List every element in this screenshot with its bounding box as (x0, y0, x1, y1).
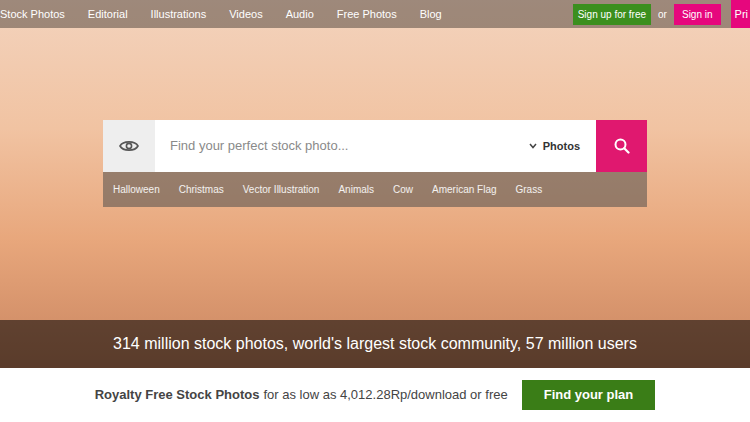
pricing-detail: for as low as 4,012.28Rp/download or fre… (263, 387, 507, 402)
visual-search-button[interactable] (103, 120, 155, 172)
pricing-title: Royalty Free Stock Photos (95, 387, 260, 402)
top-nav: Stock Photos Editorial Illustrations Videos… (0, 0, 750, 28)
tag-link[interactable]: Christmas (179, 182, 224, 197)
signup-button[interactable]: Sign up for free (573, 4, 651, 25)
tag-link[interactable]: Halloween (113, 182, 160, 197)
type-label: Photos (543, 138, 580, 155)
pricing-text: Royalty Free Stock Photosfor as low as 4… (95, 385, 508, 405)
type-dropdown[interactable]: Photos (521, 120, 596, 172)
tag-link[interactable]: Grass (516, 182, 543, 197)
nav-actions: Sign up for free or Sign in Pri (573, 0, 750, 28)
popular-tags: Halloween Christmas Vector Illustration Ani… (103, 172, 647, 207)
nav-link[interactable]: Free Photos (337, 6, 397, 23)
search-button[interactable] (596, 120, 647, 172)
nav-link[interactable]: Editorial (88, 6, 128, 23)
stats-text: 314 million stock photos, world's larges… (113, 332, 637, 356)
tag-link[interactable]: American Flag (432, 182, 496, 197)
search-bar: Photos (103, 120, 647, 172)
pricing-strip: Royalty Free Stock Photosfor as low as 4… (0, 368, 750, 422)
magnifier-icon (614, 138, 630, 154)
tag-link[interactable]: Animals (338, 182, 374, 197)
nav-link[interactable]: Illustrations (151, 6, 207, 23)
signin-button[interactable]: Sign in (674, 4, 721, 25)
pricing-button[interactable]: Pri (731, 0, 750, 28)
nav-link[interactable]: Videos (229, 6, 262, 23)
hero-photo: Stock Photos Editorial Illustrations Videos… (0, 0, 750, 368)
nav-link[interactable]: Stock Photos (0, 6, 65, 23)
tag-link[interactable]: Vector Illustration (243, 182, 320, 197)
nav-link[interactable]: Audio (286, 6, 314, 23)
nav-link[interactable]: Blog (420, 6, 442, 23)
stats-banner: 314 million stock photos, world's larges… (0, 320, 750, 368)
or-text: or (658, 7, 667, 22)
find-plan-button[interactable]: Find your plan (522, 380, 656, 410)
chevron-down-icon (529, 143, 537, 149)
eye-icon (119, 139, 139, 153)
search-input[interactable] (155, 120, 521, 172)
tag-link[interactable]: Cow (393, 182, 413, 197)
nav-links: Stock Photos Editorial Illustrations Videos… (0, 6, 442, 23)
search-area: Photos Halloween Christmas Vector Illustrat… (103, 120, 647, 207)
